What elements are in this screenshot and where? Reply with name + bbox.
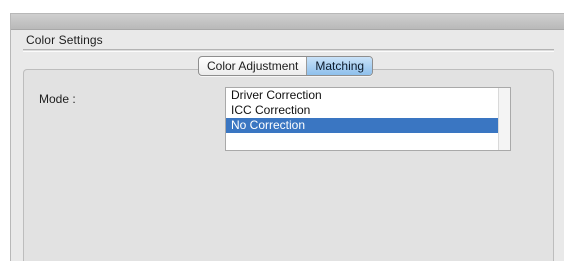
- mode-option-no-correction[interactable]: No Correction: [226, 118, 510, 133]
- mode-option-icc-correction[interactable]: ICC Correction: [226, 103, 510, 118]
- mode-listbox[interactable]: Driver Correction ICC Correction No Corr…: [225, 87, 511, 151]
- section-divider: [23, 49, 554, 52]
- listbox-scrollbar[interactable]: [498, 88, 510, 150]
- section-title: Color Settings: [26, 33, 103, 47]
- tab-bar: Color Adjustment Matching: [198, 56, 374, 76]
- tab-color-adjustment[interactable]: Color Adjustment: [199, 57, 306, 75]
- dialog-title-bar: [11, 14, 564, 30]
- mode-option-driver-correction[interactable]: Driver Correction: [226, 88, 510, 103]
- print-dialog-panel: Color Settings Color Adjustment Matching…: [10, 13, 564, 261]
- mode-label: Mode :: [39, 92, 76, 106]
- tab-matching[interactable]: Matching: [306, 57, 373, 75]
